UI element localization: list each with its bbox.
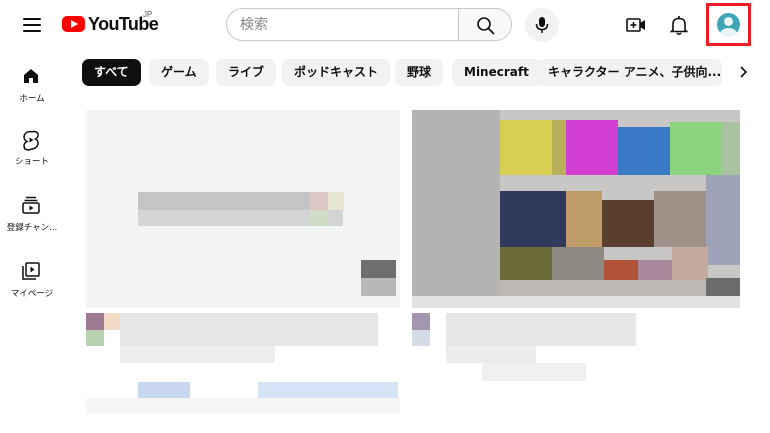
meta-blur [482, 363, 586, 381]
thumbnail-blur-block [618, 127, 670, 175]
avatar-highlight-box [706, 3, 751, 46]
menu-icon[interactable] [20, 13, 44, 37]
thumbnail-blur-block [412, 110, 500, 308]
subscriptions-icon [22, 196, 40, 214]
thumbnail-blur-block [500, 280, 740, 296]
avatar-blur [412, 330, 430, 346]
title-blur [446, 313, 636, 346]
sidebar-item-home[interactable]: ホーム [0, 50, 64, 110]
thumbnail-blur-block [361, 260, 396, 278]
thumbnail-blur-block [672, 247, 708, 280]
meta-blur [86, 398, 400, 414]
home-icon [24, 69, 38, 83]
thumbnail-blur-block [706, 175, 740, 265]
thumbnail-blur-block [500, 247, 552, 280]
shorts-icon [23, 130, 39, 151]
masthead: YouTube JP [0, 0, 770, 50]
voice-search-button[interactable] [525, 8, 559, 42]
thumbnail-blur-block [722, 122, 740, 175]
channel-blur [138, 382, 190, 398]
sidebar-item-shorts[interactable]: ショート [0, 113, 64, 173]
avatar-blur [104, 313, 120, 330]
search-icon [477, 17, 495, 35]
sidebar-item-label: ホーム [19, 94, 45, 104]
search-button[interactable] [458, 8, 512, 41]
notifications-button[interactable] [667, 13, 691, 37]
video-grid [70, 100, 770, 433]
thumbnail-blur-block [552, 120, 566, 175]
youtube-play-icon [62, 16, 85, 32]
thumbnail-blur-block [500, 191, 566, 247]
create-button[interactable] [624, 13, 648, 37]
video-camera-plus-icon [626, 18, 645, 32]
chip-games[interactable]: ゲーム [149, 59, 209, 86]
channel-blur [258, 382, 398, 398]
thumbnail-blur-block [638, 260, 672, 280]
chip-character-anime[interactable]: キャラクター アニメ、子供向... [536, 59, 722, 86]
chip-live[interactable]: ライブ [216, 59, 277, 86]
thumbnail-blur-block [310, 210, 328, 226]
avatar[interactable] [717, 13, 740, 36]
thumbnail-blur-block [328, 192, 344, 210]
sidebar-item-label: 登録チャン... [6, 223, 58, 233]
chip-minecraft[interactable]: Minecraft [452, 59, 541, 86]
title-blur [120, 346, 275, 363]
thumbnail-blur-block [412, 296, 740, 308]
avatar-blur [412, 313, 430, 330]
thumbnail-blur-block [566, 120, 618, 175]
sidebar-item-subscriptions[interactable]: 登録チャン... [0, 179, 64, 239]
thumbnail-blur-block [361, 278, 396, 296]
chip-all[interactable]: すべて [82, 59, 141, 86]
avatar-blur [86, 330, 104, 346]
search-input[interactable] [226, 8, 459, 41]
chip-baseball[interactable]: 野球 [395, 59, 444, 86]
sidebar-item-label: ショート [14, 157, 49, 167]
logo-region-code: JP [143, 10, 153, 19]
category-chip-bar: すべて ゲーム ライブ ポッドキャスト 野球 Minecraft キャラクター … [82, 59, 722, 86]
thumbnail-blur-block [500, 120, 552, 175]
thumbnail-blur-block [602, 200, 654, 247]
avatar-blur [86, 313, 104, 330]
chip-podcasts[interactable]: ポッドキャスト [282, 59, 391, 86]
sidebar-item-label: マイページ [10, 289, 54, 299]
thumbnail-blur-block [310, 192, 328, 210]
sidebar-item-you[interactable]: マイページ [0, 245, 64, 305]
title-blur [120, 313, 378, 346]
chevron-right-icon [740, 66, 748, 78]
thumbnail-blur-block [552, 247, 604, 280]
library-icon [22, 262, 40, 280]
microphone-icon [535, 17, 549, 33]
chip-scroll-right-button[interactable] [734, 63, 752, 81]
thumbnail-blur-block [706, 278, 740, 296]
thumbnail-blur-block [604, 260, 638, 280]
thumbnail-blur-block [566, 191, 602, 247]
thumbnail-blur-block [654, 191, 706, 247]
bell-icon [669, 16, 689, 36]
thumbnail-blur-block [670, 122, 722, 175]
title-blur [446, 346, 536, 363]
